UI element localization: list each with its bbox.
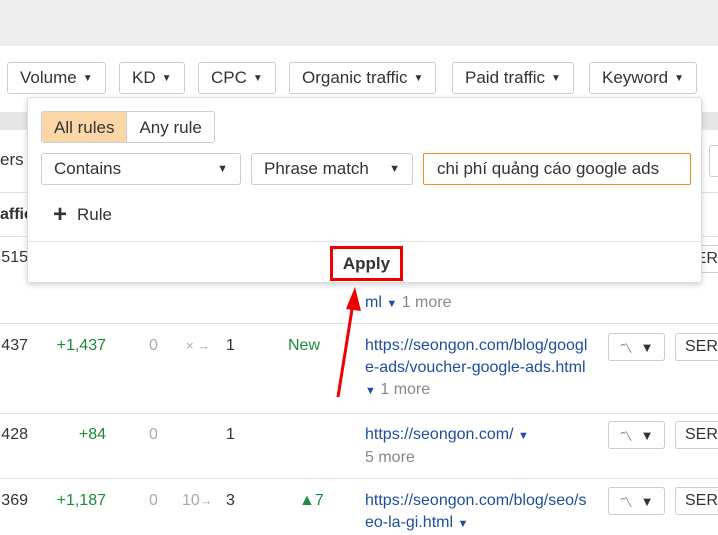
trend-chart-icon: 〽 [619,428,633,444]
apply-button[interactable]: Apply [330,246,403,281]
traffic-value: 437 [1,337,28,354]
traffic-value: 428 [1,426,28,443]
caret-down-icon: ▼ [252,72,263,84]
traffic-value: 369 [1,492,28,509]
any-rule-option[interactable]: Any rule [126,112,213,142]
arrow-right-icon: → [199,493,213,508]
filter-organic-traffic[interactable]: Organic traffic ▼ [289,62,437,94]
partial-button[interactable] [709,145,718,177]
filter-label: KD [132,68,156,87]
serp-button[interactable]: SER [675,333,718,361]
filter-label: Organic traffic [302,68,408,87]
position-change: New [288,337,321,354]
plus-icon: + [53,201,68,228]
value-zero: 0 [149,426,158,443]
filter-paid-traffic[interactable]: Paid traffic ▼ [452,62,574,94]
more-link[interactable]: 5 more [365,449,415,466]
chart-button[interactable]: 〽 ▼ [608,421,665,449]
red-arrow-annotation [336,287,361,398]
caret-down-icon: ▼ [217,163,228,175]
chart-button[interactable]: 〽 ▼ [608,487,665,515]
caret-down-icon: ▼ [82,72,93,84]
more-link[interactable]: 1 more [380,381,430,398]
add-rule-button[interactable]: + Rule [53,201,112,229]
serp-button[interactable]: SER [675,421,718,449]
value-zero: 0 [149,337,158,354]
filter-label: Paid traffic [465,68,546,87]
position-to: 3 [226,492,235,509]
traffic-value: 515 [1,249,28,266]
filter-label: Volume [20,68,77,87]
condition-select[interactable]: Contains ▼ [41,153,241,185]
keyword-input[interactable] [423,153,691,185]
url-link[interactable]: https://seongon.com/blog/seo/seo-la-gi.h… [365,490,590,535]
url-link[interactable]: ml ▼ 1 more [365,292,590,315]
filter-label: Keyword [602,68,669,87]
filter-keyword[interactable]: Keyword ▼ [589,62,698,94]
position-from: 10 [182,492,200,509]
top-band [0,0,718,46]
chart-button[interactable]: 〽 ▼ [608,333,665,361]
serp-button[interactable]: SER [675,487,718,515]
traffic-change: +1,437 [56,337,106,354]
filter-cpc[interactable]: CPC ▼ [198,62,276,94]
caret-down-icon: ▼ [413,72,424,84]
value-zero: 0 [149,492,158,509]
traffic-change: +1,187 [56,492,106,509]
caret-down-icon: ▼ [389,163,400,175]
match-type-select[interactable]: Phrase match ▼ [251,153,413,185]
caret-down-icon: ▼ [640,339,654,355]
trend-chart-icon: 〽 [619,340,633,356]
position-to: 1 [226,426,235,443]
caret-down-icon: ▼ [551,72,561,84]
arrow-right-icon: → [197,338,211,353]
caret-down-icon: ▼ [640,493,654,509]
caret-down-icon: ▼ [640,427,654,443]
position-to: 1 [226,337,235,354]
filter-label: CPC [211,68,247,87]
filter-kd[interactable]: KD ▼ [119,62,185,94]
traffic-change: +84 [78,426,106,443]
position-from: × [186,338,194,353]
caret-down-icon: ▼ [674,72,685,84]
more-link[interactable]: 1 more [402,294,452,311]
header-partial: ers [0,150,24,169]
trend-chart-icon: 〽 [619,494,633,510]
caret-down-icon: ▼ [161,72,172,84]
filter-volume[interactable]: Volume ▼ [7,62,106,94]
rule-mode-toggle: All rules Any rule [41,111,215,143]
all-rules-option[interactable]: All rules [42,112,127,142]
url-link[interactable]: https://seongon.com/ ▼ 5 more [365,424,590,469]
url-link[interactable]: https://seongon.com/blog/google-ads/vouc… [365,335,590,402]
position-change: ▲7 [299,492,324,509]
